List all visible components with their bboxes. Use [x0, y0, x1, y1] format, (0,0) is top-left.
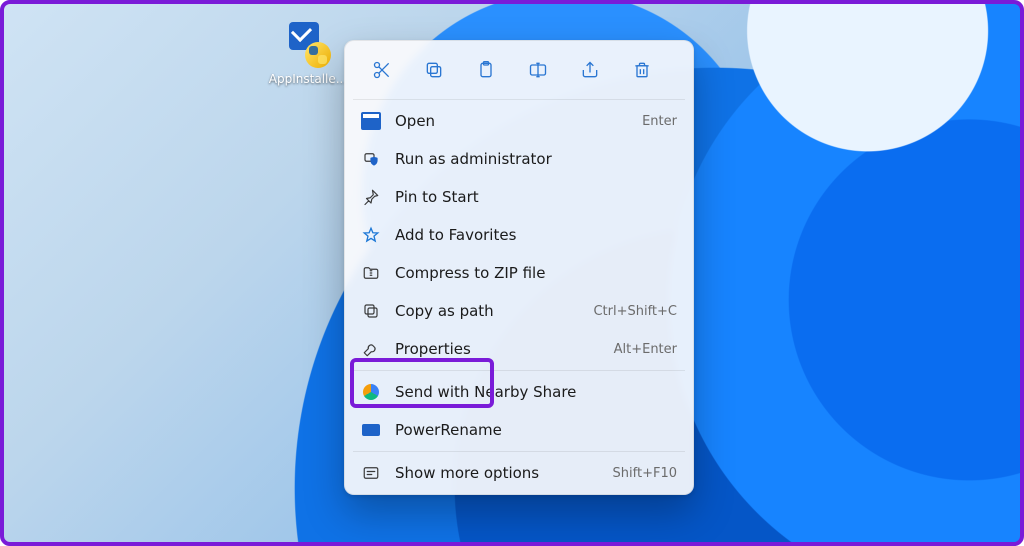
menu-item-label: Copy as path — [395, 302, 579, 320]
cut-button[interactable] — [363, 53, 401, 87]
shield-icon — [361, 149, 381, 169]
menu-item-pin-start[interactable]: Pin to Start — [345, 178, 693, 216]
menu-item-label: Pin to Start — [395, 188, 677, 206]
separator — [353, 99, 685, 100]
zip-folder-icon — [361, 263, 381, 283]
more-options-icon — [361, 463, 381, 483]
menu-item-properties[interactable]: Properties Alt+Enter — [345, 330, 693, 368]
menu-item-show-more[interactable]: Show more options Shift+F10 — [345, 454, 693, 492]
menu-item-power-rename[interactable]: PowerRename — [345, 411, 693, 449]
menu-item-label: PowerRename — [395, 421, 677, 439]
nearby-share-icon — [361, 382, 381, 402]
copy-button[interactable] — [415, 53, 453, 87]
wrench-icon — [361, 339, 381, 359]
app-installer-icon — [283, 22, 333, 68]
menu-item-accelerator: Ctrl+Shift+C — [593, 304, 677, 319]
menu-item-compress-zip[interactable]: Compress to ZIP file — [345, 254, 693, 292]
scissors-icon — [372, 60, 392, 80]
menu-item-label: Add to Favorites — [395, 226, 677, 244]
separator — [353, 451, 685, 452]
trash-icon — [632, 60, 652, 80]
separator — [353, 370, 685, 371]
quick-actions-row — [345, 47, 693, 97]
menu-item-accelerator: Alt+Enter — [614, 342, 677, 357]
share-button[interactable] — [571, 53, 609, 87]
menu-item-label: Send with Nearby Share — [395, 383, 677, 401]
context-menu: Open Enter Run as administrator Pin to Star… — [344, 40, 694, 495]
share-icon — [580, 60, 600, 80]
delete-button[interactable] — [623, 53, 661, 87]
menu-item-label: Show more options — [395, 464, 599, 482]
star-icon — [361, 225, 381, 245]
desktop-file[interactable]: AppInstalle... — [266, 22, 350, 86]
menu-item-label: Run as administrator — [395, 150, 677, 168]
rename-icon — [528, 60, 548, 80]
copy-icon — [424, 60, 444, 80]
menu-item-run-admin[interactable]: Run as administrator — [345, 140, 693, 178]
menu-item-label: Properties — [395, 340, 600, 358]
menu-item-label: Compress to ZIP file — [395, 264, 677, 282]
menu-item-open[interactable]: Open Enter — [345, 102, 693, 140]
paste-button[interactable] — [467, 53, 505, 87]
rename-button[interactable] — [519, 53, 557, 87]
desktop-file-label: AppInstalle... — [266, 72, 350, 86]
pin-icon — [361, 187, 381, 207]
menu-item-accelerator: Enter — [642, 114, 677, 129]
power-rename-icon — [361, 420, 381, 440]
menu-item-label: Open — [395, 112, 628, 130]
copy-path-icon — [361, 301, 381, 321]
menu-item-copy-path[interactable]: Copy as path Ctrl+Shift+C — [345, 292, 693, 330]
menu-item-add-favorites[interactable]: Add to Favorites — [345, 216, 693, 254]
menu-item-accelerator: Shift+F10 — [613, 466, 677, 481]
menu-item-nearby-share[interactable]: Send with Nearby Share — [345, 373, 693, 411]
clipboard-icon — [476, 60, 496, 80]
desktop-background: AppInstalle... OpenEnterRun as — [0, 0, 1024, 546]
window-icon — [361, 111, 381, 131]
